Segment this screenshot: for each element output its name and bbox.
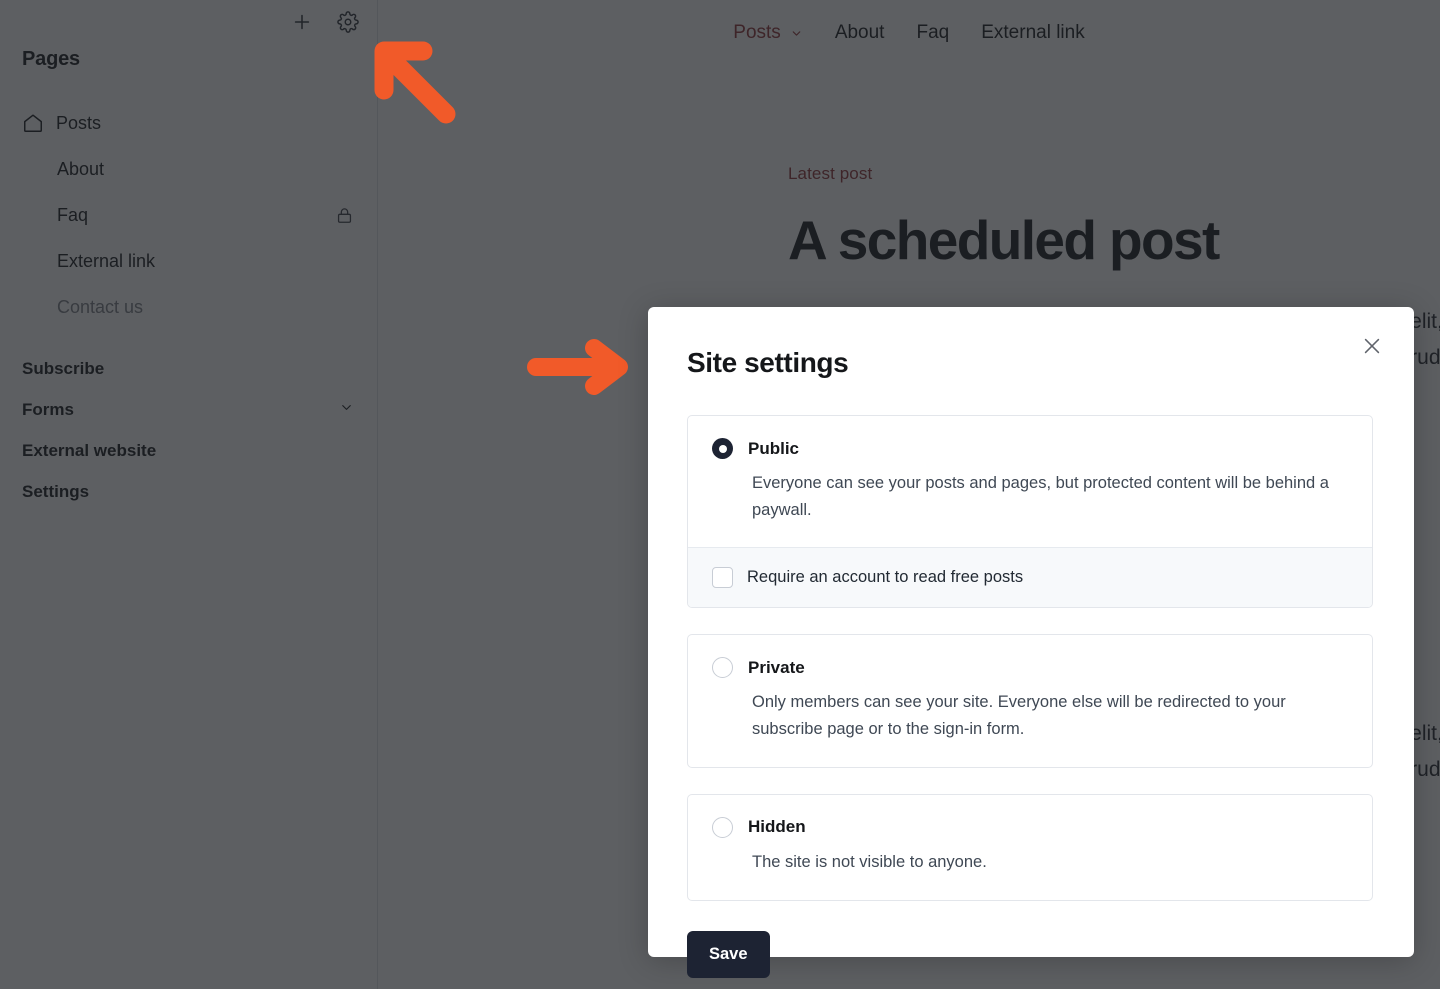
sidebar-item-settings[interactable]: Settings bbox=[0, 471, 378, 512]
radio-hidden[interactable] bbox=[712, 816, 733, 838]
plus-icon[interactable] bbox=[288, 8, 316, 36]
sidebar-section-label: Forms bbox=[22, 399, 74, 419]
sidebar-item-label: External link bbox=[57, 250, 156, 271]
option-card-public: Public Everyone can see your posts and p… bbox=[687, 415, 1373, 609]
app-root: Pages Posts About Faq External link Cont… bbox=[0, 0, 1440, 989]
sidebar-item-about[interactable]: About bbox=[0, 146, 378, 192]
option-header: Hidden bbox=[712, 816, 1348, 838]
home-icon bbox=[22, 112, 44, 134]
chevron-down-icon[interactable] bbox=[339, 400, 354, 420]
sidebar-item-external-website[interactable]: External website bbox=[0, 430, 378, 471]
sidebar-section-label: Settings bbox=[22, 481, 90, 501]
save-button[interactable]: Save bbox=[687, 930, 770, 978]
checkbox-label: Require an account to read free posts bbox=[747, 568, 1024, 587]
sidebar-item-faq[interactable]: Faq bbox=[0, 192, 378, 238]
sidebar-item-contact-us[interactable]: Contact us bbox=[0, 284, 378, 330]
option-label: Hidden bbox=[748, 817, 806, 837]
sidebar-nav: Posts About Faq External link Contact us… bbox=[0, 100, 378, 512]
site-nav-label: External link bbox=[981, 22, 1085, 43]
sidebar-item-label: Posts bbox=[56, 112, 102, 133]
sidebar-item-subscribe[interactable]: Subscribe bbox=[0, 348, 378, 389]
post-title[interactable]: A scheduled post bbox=[788, 211, 1440, 270]
site-nav: Posts About Faq External link bbox=[378, 22, 1440, 44]
modal-body: Public Everyone can see your posts and p… bbox=[687, 415, 1373, 978]
nav-gap bbox=[0, 330, 378, 348]
gear-icon[interactable] bbox=[334, 8, 362, 36]
option-label: Public bbox=[748, 438, 800, 458]
site-settings-modal: Site settings Public Everyone can see yo… bbox=[648, 307, 1414, 978]
option-label: Private bbox=[748, 657, 805, 677]
sidebar-header-actions bbox=[288, 8, 362, 36]
site-nav-item-external-link[interactable]: External link bbox=[981, 22, 1085, 44]
option-hidden[interactable]: Hidden The site is not visible to anyone… bbox=[688, 795, 1372, 900]
option-card-private: Private Only members can see your site. … bbox=[687, 634, 1373, 768]
sidebar-section-label: External website bbox=[22, 440, 157, 460]
lock-icon bbox=[334, 205, 354, 225]
site-nav-label: Posts bbox=[733, 22, 781, 43]
chevron-down-icon[interactable] bbox=[790, 27, 803, 40]
site-nav-label: About bbox=[834, 22, 885, 43]
arrow-right-icon bbox=[526, 338, 634, 396]
arrow-up-left-icon bbox=[370, 36, 462, 126]
close-icon[interactable] bbox=[1355, 329, 1389, 363]
sidebar: Pages Posts About Faq External link Cont… bbox=[0, 0, 378, 989]
option-header: Public bbox=[712, 438, 1348, 459]
sidebar-item-label: Contact us bbox=[57, 296, 144, 317]
option-description: Everyone can see your posts and pages, b… bbox=[752, 474, 1329, 519]
sidebar-item-external-link[interactable]: External link bbox=[0, 238, 378, 284]
site-nav-item-about[interactable]: About bbox=[835, 22, 885, 44]
radio-private[interactable] bbox=[712, 657, 733, 679]
page-title: Site settings bbox=[687, 347, 849, 378]
site-nav-label: Faq bbox=[916, 22, 950, 43]
option-private[interactable]: Private Only members can see your site. … bbox=[688, 635, 1372, 766]
option-card-hidden: Hidden The site is not visible to anyone… bbox=[687, 793, 1373, 901]
sidebar-item-label: About bbox=[57, 158, 105, 179]
require-account-row[interactable]: Require an account to read free posts bbox=[688, 547, 1372, 608]
checkbox-require-account[interactable] bbox=[712, 567, 733, 589]
site-nav-item-faq[interactable]: Faq bbox=[916, 22, 949, 44]
option-header: Private bbox=[712, 657, 1348, 679]
sidebar-item-forms[interactable]: Forms bbox=[0, 389, 378, 430]
option-public[interactable]: Public Everyone can see your posts and p… bbox=[688, 416, 1372, 547]
sidebar-title: Pages bbox=[22, 48, 80, 70]
sidebar-section-label: Subscribe bbox=[22, 358, 105, 378]
option-description: The site is not visible to anyone. bbox=[752, 852, 987, 871]
post-kicker: Latest post bbox=[788, 164, 873, 183]
option-description: Only members can see your site. Everyone… bbox=[752, 693, 1286, 739]
sidebar-item-label: Faq bbox=[57, 204, 89, 225]
sidebar-item-posts[interactable]: Posts bbox=[0, 100, 378, 146]
radio-public[interactable] bbox=[712, 438, 733, 459]
site-nav-item-posts[interactable]: Posts bbox=[733, 22, 803, 44]
